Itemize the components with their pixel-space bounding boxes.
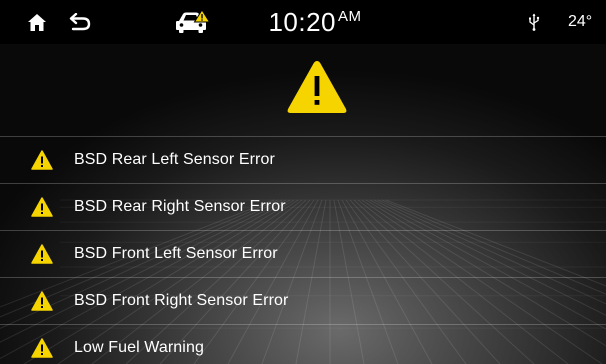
home-icon [28, 13, 46, 31]
car-warning-icon [176, 10, 210, 33]
list-item-low-fuel[interactable]: Low Fuel Warning [0, 324, 606, 364]
list-item-bsd-front-left[interactable]: BSD Front Left Sensor Error [0, 230, 606, 277]
home-button[interactable] [22, 0, 52, 44]
outside-temperature: 24° [568, 13, 593, 30]
list-item-bsd-rear-right[interactable]: BSD Rear Right Sensor Error [0, 183, 606, 230]
error-list: BSD Rear Left Sensor Error BSD Rear Righ… [0, 136, 606, 364]
list-item-bsd-front-right[interactable]: BSD Front Right Sensor Error [0, 277, 606, 324]
clock: 10:20 AM [240, 0, 390, 44]
vehicle-warning-button[interactable] [170, 0, 214, 44]
usb-status [522, 0, 546, 44]
error-label: Low Fuel Warning [74, 339, 204, 356]
warning-icon [31, 150, 53, 170]
warning-triangle-icon [287, 61, 347, 113]
status-bar: 10:20 AM 24° [0, 0, 606, 44]
error-label: BSD Rear Right Sensor Error [74, 198, 286, 215]
error-label: BSD Front Left Sensor Error [74, 245, 278, 262]
warning-icon [31, 244, 53, 264]
warning-icon [31, 197, 53, 217]
back-button[interactable] [63, 0, 97, 44]
warning-icon [31, 291, 53, 311]
warning-header [0, 44, 606, 136]
clock-time: 10:20 [268, 6, 337, 37]
back-arrow-icon [69, 13, 91, 31]
usb-icon [529, 13, 540, 31]
warning-screen: 10:20 AM 24° BSD Rear Left Sensor Error … [0, 0, 606, 364]
clock-ampm: AM [338, 7, 362, 25]
error-label: BSD Rear Left Sensor Error [74, 151, 275, 168]
warning-icon [31, 338, 53, 358]
error-label: BSD Front Right Sensor Error [74, 292, 289, 309]
list-item-bsd-rear-left[interactable]: BSD Rear Left Sensor Error [0, 136, 606, 183]
